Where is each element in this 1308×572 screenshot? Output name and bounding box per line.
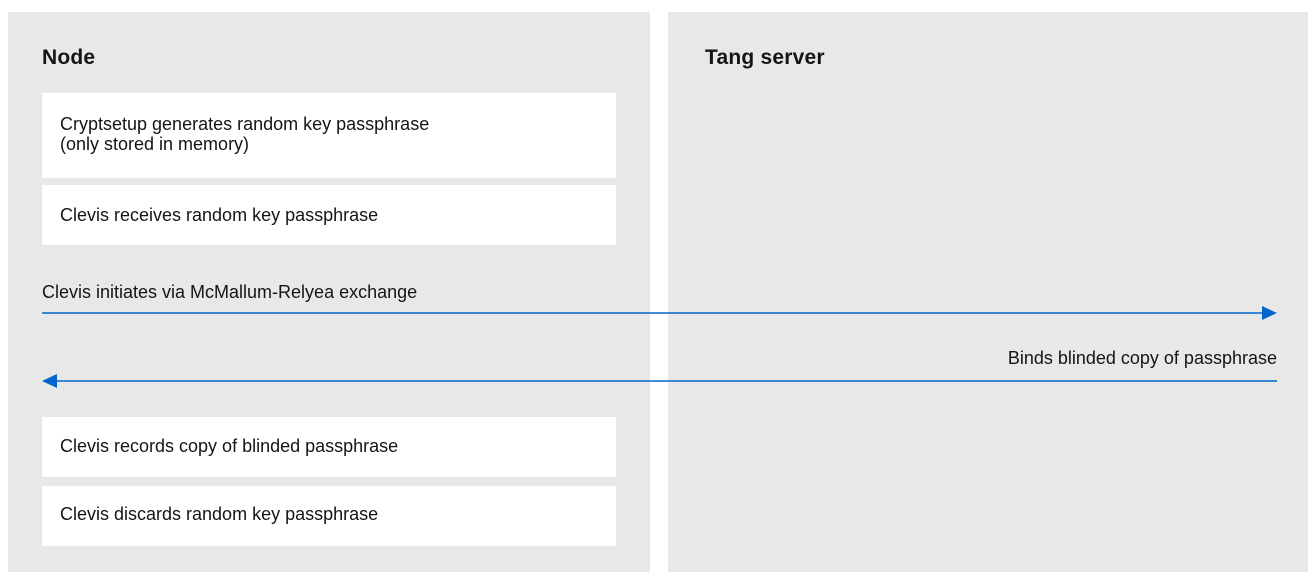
step-discard-passphrase: Clevis discards random key passphrase	[42, 486, 616, 546]
node-lane-title: Node	[42, 46, 96, 69]
step-generate-passphrase: Cryptsetup generates random key passphra…	[42, 93, 616, 178]
tang-server-lane-title: Tang server	[705, 46, 825, 69]
tang-server-lane	[668, 12, 1308, 572]
step-record-blinded-passphrase-label: Clevis records copy of blinded passphras…	[60, 436, 399, 456]
step-receive-passphrase-label: Clevis receives random key passphrase	[60, 205, 379, 225]
step-generate-passphrase-label: Cryptsetup generates random key passphra…	[60, 114, 430, 154]
backward-message-label: Binds blinded copy of passphrase	[1007, 348, 1277, 368]
step-receive-passphrase: Clevis receives random key passphrase	[42, 185, 616, 245]
step-discard-passphrase-label: Clevis discards random key passphrase	[60, 504, 379, 524]
forward-message-label: Clevis initiates via McMallum-Relyea exc…	[42, 282, 418, 302]
step-record-blinded-passphrase: Clevis records copy of blinded passphras…	[42, 417, 616, 477]
